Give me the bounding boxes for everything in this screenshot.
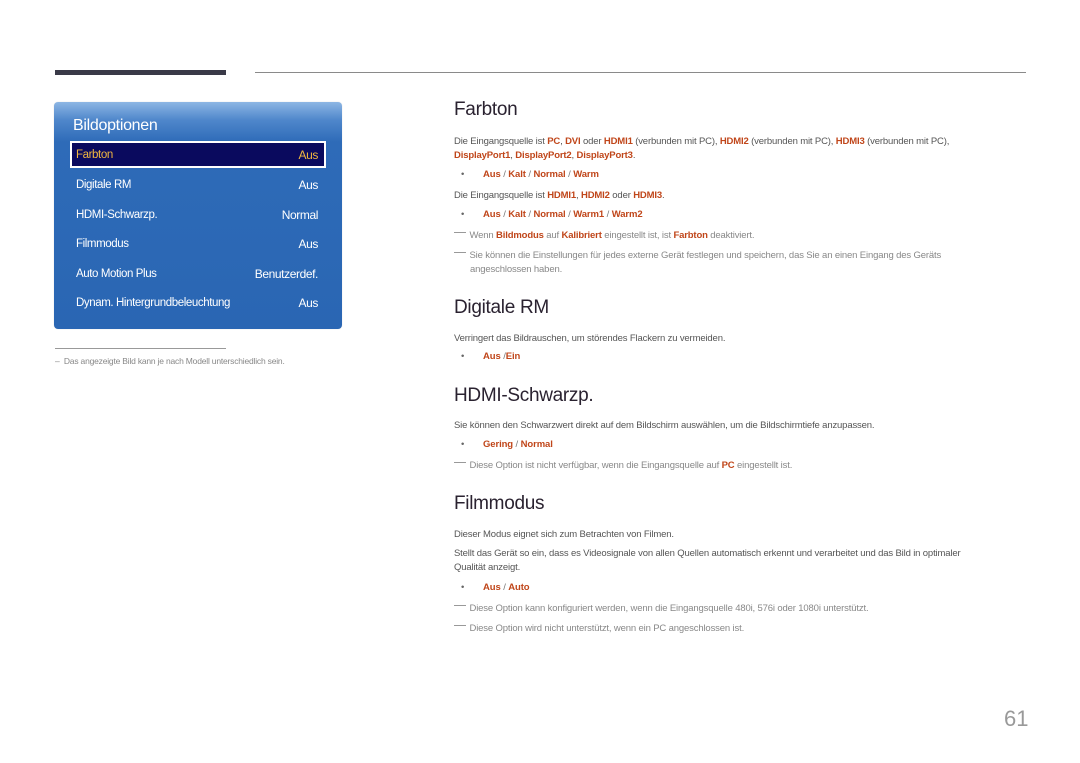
menu-item-label: Digitale RM	[76, 179, 132, 192]
header-dark-bar	[55, 70, 226, 75]
heading-digitale-rm: Digitale RM	[454, 297, 549, 318]
farbton-note-1: Wenn Bildmodus auf Kalibriert eingestell…	[454, 229, 1014, 243]
panel-title: Bildoptionen	[73, 117, 158, 134]
menu-item-value: Aus	[298, 237, 319, 252]
menu-item-value: Aus	[298, 178, 319, 193]
filmmodus-description-2: Stellt das Gerät so ein, dass es Videosi…	[454, 548, 961, 573]
header-rule	[255, 72, 1026, 73]
bullet-icon: •	[461, 582, 465, 593]
note-dash-icon	[454, 252, 466, 253]
menu-item-label: HDMI-Schwarzp.	[76, 208, 158, 221]
bullet-icon: •	[461, 209, 465, 220]
note-dash-icon	[454, 605, 466, 606]
menu-item-auto-motion-plus[interactable]: Auto Motion Plus Benutzerdef.	[70, 259, 326, 289]
bullet-icon: •	[461, 351, 465, 362]
farbton-options-1: • Aus / Kalt / Normal / Warm	[454, 169, 599, 180]
menu-item-label: Dynam. Hintergrundbeleuchtung	[76, 297, 230, 310]
footnote: – Das angezeigte Bild kann je nach Model…	[55, 356, 285, 366]
menu-item-farbton[interactable]: Farbton Aus	[70, 141, 326, 168]
filmmodus-note-2: Diese Option wird nicht unterstützt, wen…	[454, 622, 1014, 636]
hdmi-schwarzp-description: Sie können den Schwarzwert direkt auf de…	[454, 420, 875, 431]
menu-item-label: Filmmodus	[76, 238, 129, 251]
page-number: 61	[1004, 706, 1029, 731]
bullet-icon: •	[461, 439, 465, 450]
footnote-text: Das angezeigte Bild kann je nach Modell …	[63, 356, 285, 366]
footnote-rule	[55, 348, 226, 349]
menu-item-label: Auto Motion Plus	[76, 267, 157, 280]
menu-item-value: Aus	[298, 296, 319, 311]
filmmodus-description-1: Dieser Modus eignet sich zum Betrachten …	[454, 529, 674, 540]
digitale-rm-options: • Aus /Ein	[454, 351, 520, 362]
filmmodus-options: • Aus / Auto	[454, 582, 530, 593]
menu-item-dynam-hintergrundbeleuchtung[interactable]: Dynam. Hintergrundbeleuchtung Aus	[70, 289, 326, 319]
menu-item-digitale-rm[interactable]: Digitale RM Aus	[70, 171, 326, 201]
filmmodus-note-1: Diese Option kann konfiguriert werden, w…	[454, 602, 1014, 616]
menu-item-filmmodus[interactable]: Filmmodus Aus	[70, 230, 326, 260]
note-dash-icon	[454, 232, 466, 233]
bildoptionen-panel: Bildoptionen Farbton Aus Digitale RM Aus…	[54, 102, 342, 329]
footnote-dash: –	[55, 356, 60, 366]
farbton-note-2: Sie können die Einstellungen für jedes e…	[454, 249, 1014, 277]
menu-item-label: Farbton	[76, 148, 113, 161]
menu-item-hdmi-schwarzp[interactable]: HDMI-Schwarzp. Normal	[70, 200, 326, 230]
note-dash-icon	[454, 462, 466, 463]
menu-item-value: Normal	[281, 207, 319, 222]
menu-item-value: Benutzerdef.	[254, 266, 319, 281]
hdmi-schwarzp-note: Diese Option ist nicht verfügbar, wenn d…	[454, 459, 1014, 473]
heading-filmmodus: Filmmodus	[454, 493, 545, 514]
farbton-source-text-2: Die Eingangsquelle ist HDMI1, HDMI2 oder…	[454, 190, 665, 201]
farbton-source-text-1: Die Eingangsquelle ist PC, DVI oder HDMI…	[454, 136, 950, 161]
heading-hdmi-schwarzp: HDMI-Schwarzp.	[454, 385, 594, 406]
bullet-icon: •	[461, 169, 465, 180]
hdmi-schwarzp-options: • Gering / Normal	[454, 439, 553, 450]
panel-menu: Farbton Aus Digitale RM Aus HDMI-Schwarz…	[70, 141, 326, 318]
farbton-options-2: • Aus / Kalt / Normal / Warm1 / Warm2	[454, 209, 643, 220]
note-dash-icon	[454, 625, 466, 626]
menu-item-value: Aus	[298, 147, 319, 162]
heading-farbton: Farbton	[454, 99, 518, 120]
digitale-rm-description: Verringert das Bildrauschen, um störende…	[454, 333, 726, 344]
